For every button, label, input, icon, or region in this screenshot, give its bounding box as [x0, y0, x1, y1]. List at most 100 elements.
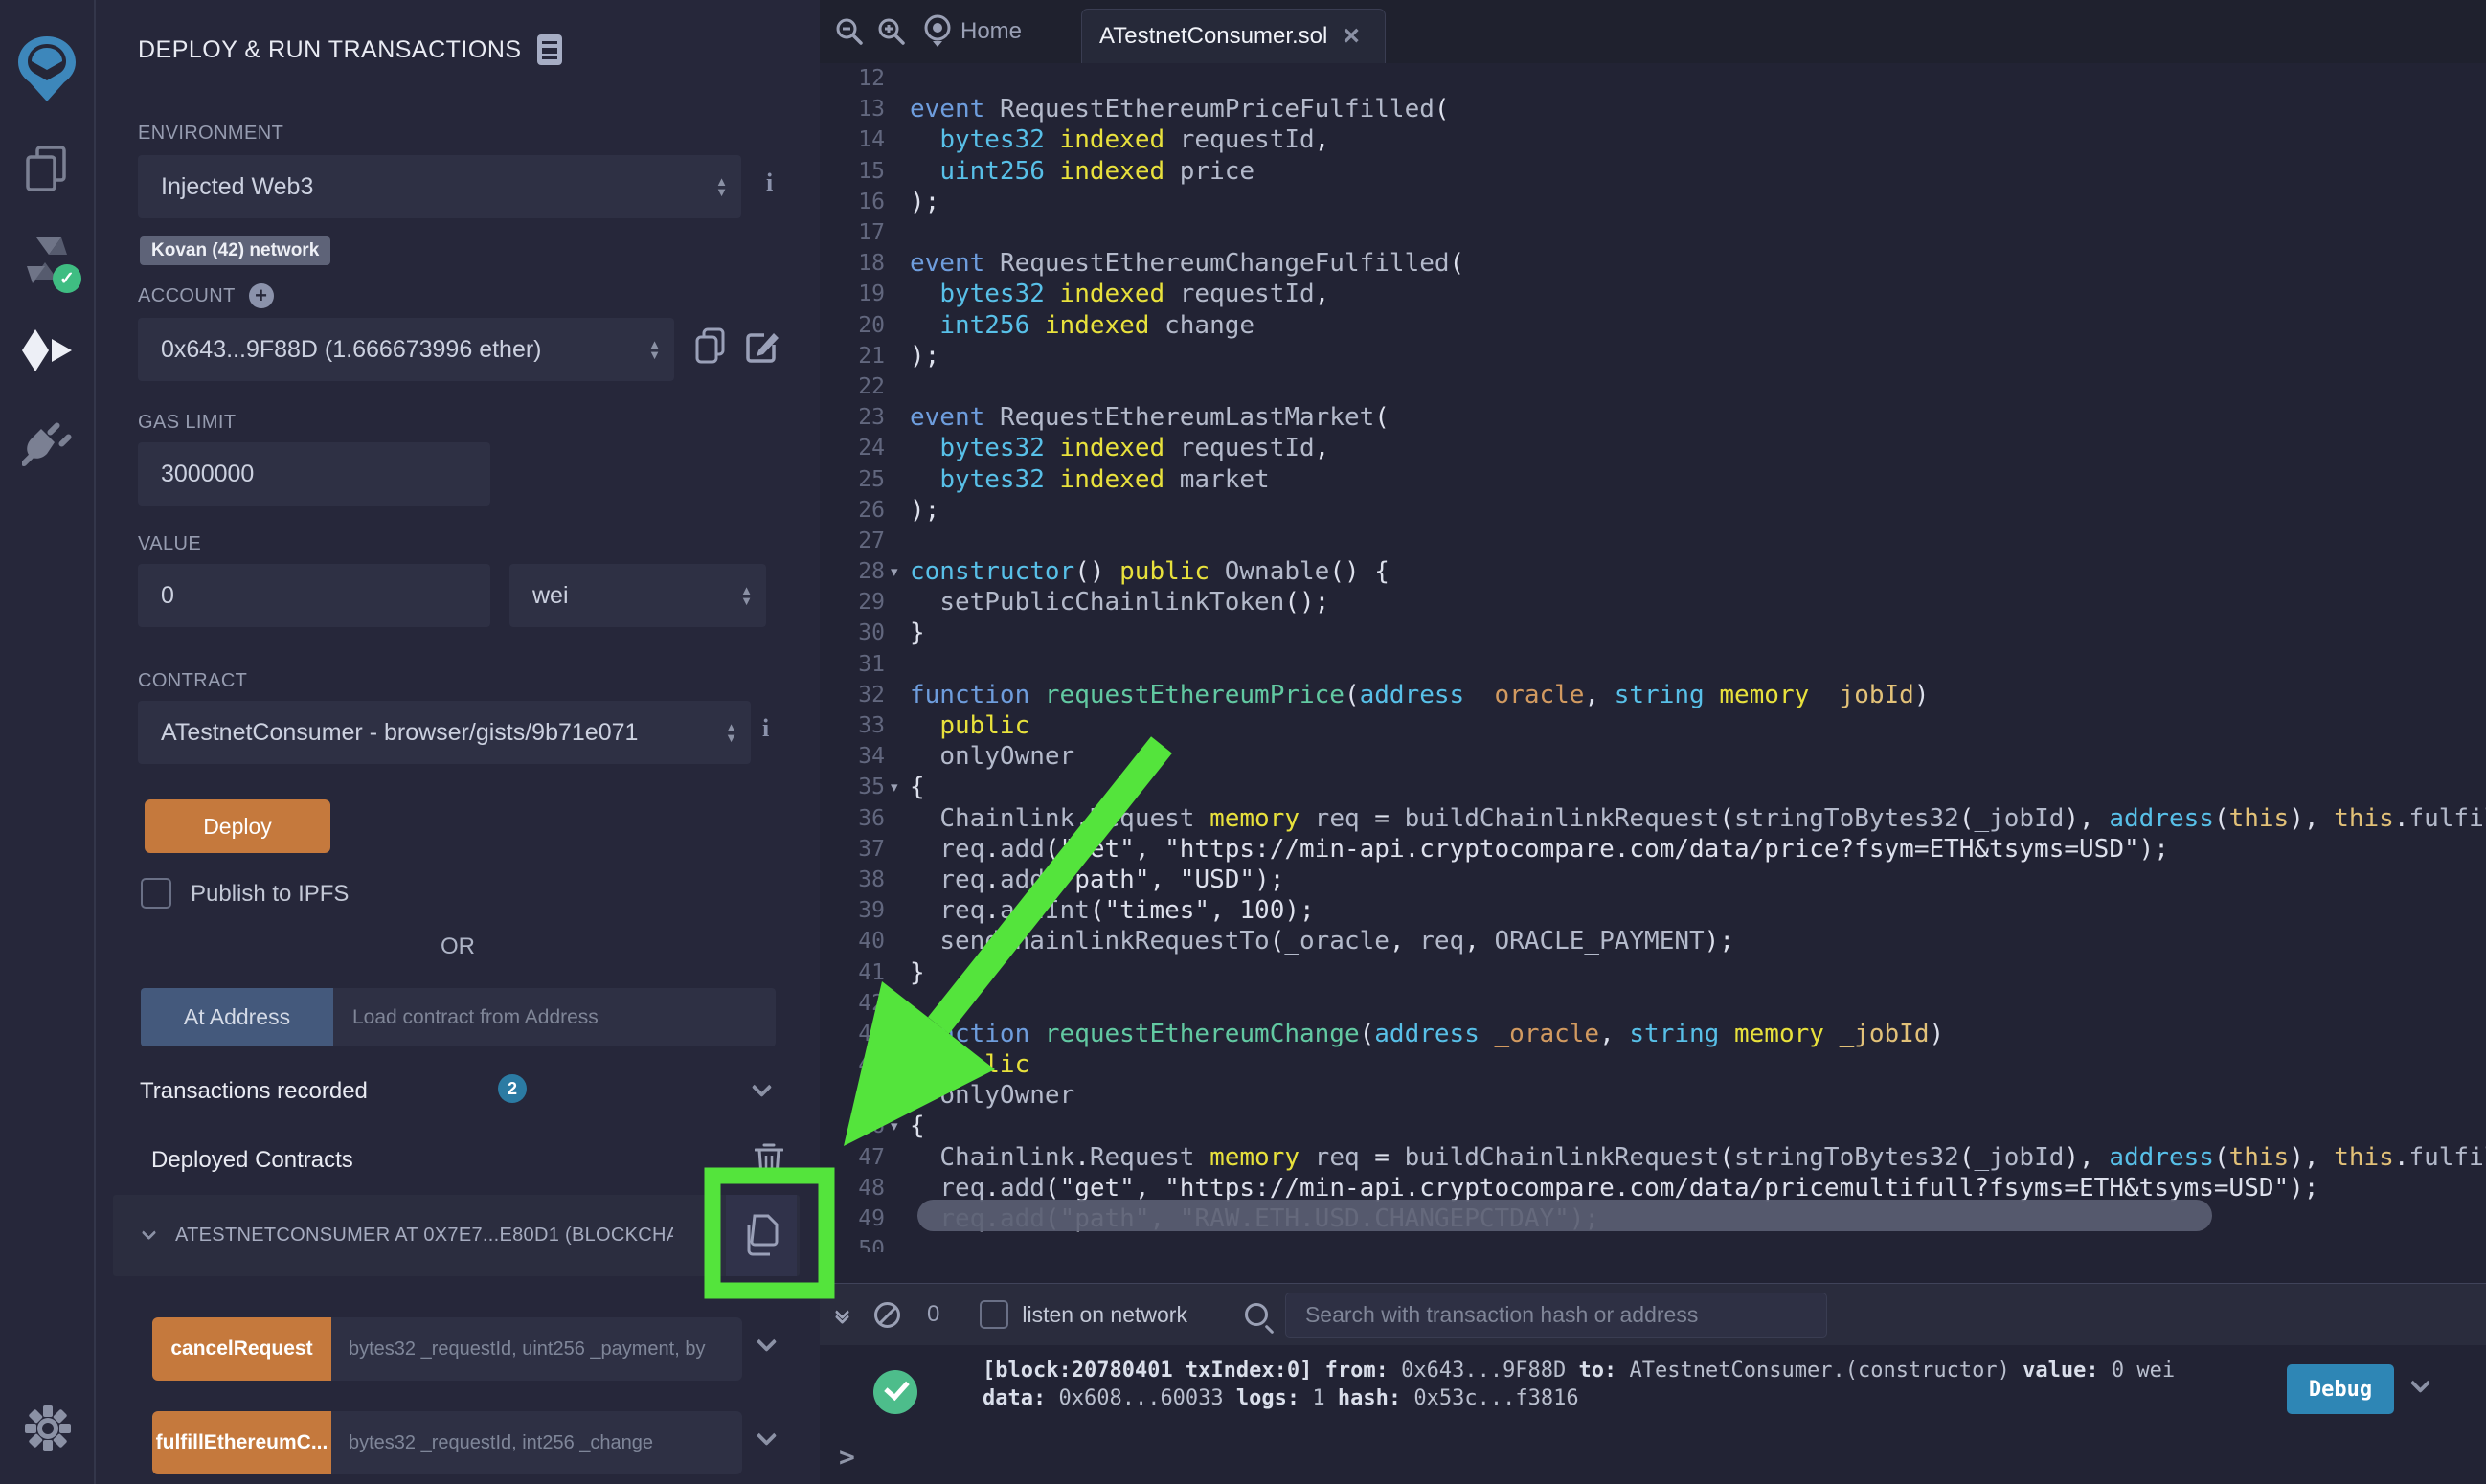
- fold-icon[interactable]: ▾: [885, 563, 910, 580]
- code-line[interactable]: 38 req.add("path", "USD");: [820, 865, 2486, 895]
- gas-limit-input[interactable]: 3000000: [138, 442, 490, 506]
- file-explorer-icon[interactable]: [0, 123, 95, 214]
- expand-function-chevron-icon[interactable]: [757, 1426, 777, 1446]
- line-number: 35: [833, 775, 885, 799]
- zoom-in-icon[interactable]: [877, 17, 906, 46]
- code-line[interactable]: 18event RequestEthereumChangeFulfilled(: [820, 248, 2486, 279]
- code-line[interactable]: 50: [820, 1234, 2486, 1252]
- instance-name: ATESTNETCONSUMER AT 0X7E7...E80D1 (BLOCK…: [175, 1225, 673, 1247]
- transactions-chevron-icon[interactable]: [752, 1077, 772, 1097]
- code-line[interactable]: 21);: [820, 341, 2486, 371]
- code-line[interactable]: 19 bytes32 indexed requestId,: [820, 279, 2486, 309]
- code-line[interactable]: 43function requestEthereumChange(address…: [820, 1019, 2486, 1049]
- zoom-out-icon[interactable]: [835, 17, 864, 46]
- contract-select[interactable]: ATestnetConsumer - browser/gists/9b71e07…: [138, 701, 751, 764]
- code-line[interactable]: 16);: [820, 187, 2486, 217]
- at-address-button[interactable]: At Address: [141, 988, 333, 1046]
- line-number: 39: [833, 898, 885, 923]
- line-number: 18: [833, 251, 885, 276]
- publish-ipfs-checkbox[interactable]: [141, 878, 171, 909]
- terminal-prompt[interactable]: >: [839, 1441, 855, 1473]
- code-editor[interactable]: 12 13event RequestEthereumPriceFulfilled(…: [820, 63, 2486, 1283]
- listen-network-checkbox[interactable]: [980, 1300, 1008, 1329]
- line-number: 12: [833, 66, 885, 91]
- code-text: }: [910, 958, 925, 987]
- remix-ide: ✓: [0, 0, 2486, 1484]
- code-line[interactable]: 36 Chainlink.Request memory req = buildC…: [820, 803, 2486, 834]
- clear-terminal-icon[interactable]: [874, 1302, 900, 1328]
- tab-atestnetconsumer[interactable]: ATestnetConsumer.sol ×: [1081, 9, 1386, 63]
- code-line[interactable]: 47 Chainlink.Request memory req = buildC…: [820, 1142, 2486, 1173]
- copy-instance-address-button[interactable]: [726, 1195, 797, 1276]
- value-unit-select[interactable]: wei ▲▼: [509, 564, 766, 627]
- code-line[interactable]: 35▾{: [820, 772, 2486, 802]
- code-text: public: [910, 1050, 1029, 1079]
- deployed-contracts-label: Deployed Contracts: [151, 1147, 353, 1174]
- expand-log-chevron-icon[interactable]: [2410, 1373, 2430, 1393]
- code-line[interactable]: 17: [820, 217, 2486, 248]
- code-line[interactable]: 33 public: [820, 710, 2486, 741]
- code-line[interactable]: 26);: [820, 495, 2486, 526]
- code-line[interactable]: 40 sendChainlinkRequestTo(_oracle, req, …: [820, 926, 2486, 956]
- fulfill-ethereum-change-button[interactable]: fulfillEthereumC...: [152, 1411, 331, 1474]
- deploy-button[interactable]: Deploy: [145, 799, 330, 853]
- remix-logo-icon[interactable]: [0, 17, 95, 123]
- code-line[interactable]: 24 bytes32 indexed requestId,: [820, 433, 2486, 463]
- cancel-request-button[interactable]: cancelRequest: [152, 1317, 331, 1381]
- code-line[interactable]: 41}: [820, 956, 2486, 987]
- code-line[interactable]: 22: [820, 371, 2486, 402]
- or-divider: OR: [96, 933, 820, 960]
- value-unit: wei: [509, 582, 740, 610]
- deploy-run-icon[interactable]: [0, 306, 95, 398]
- deployed-instance-row[interactable]: ATESTNETCONSUMER AT 0X7E7...E80D1 (BLOCK…: [113, 1195, 800, 1276]
- value-input[interactable]: 0: [138, 564, 490, 627]
- code-line[interactable]: 45 onlyOwner: [820, 1080, 2486, 1111]
- code-line[interactable]: 44 public: [820, 1049, 2486, 1080]
- plugin-manager-icon[interactable]: [0, 398, 95, 490]
- code-line[interactable]: 42: [820, 988, 2486, 1019]
- environment-select[interactable]: Injected Web3 ▲▼: [138, 155, 741, 218]
- account-select[interactable]: 0x643...9F88D (1.666673996 ether) ▲▼: [138, 318, 674, 381]
- code-line[interactable]: 28▾constructor() public Ownable() {: [820, 556, 2486, 587]
- at-address-input[interactable]: [333, 988, 776, 1046]
- code-line[interactable]: 13event RequestEthereumPriceFulfilled(: [820, 94, 2486, 124]
- code-line[interactable]: 31: [820, 649, 2486, 680]
- fold-icon[interactable]: ▾: [885, 778, 910, 796]
- code-line[interactable]: 29 setPublicChainlinkToken();: [820, 587, 2486, 618]
- code-line[interactable]: 30}: [820, 618, 2486, 648]
- icon-rail: ✓: [0, 0, 96, 1484]
- expand-terminal-icon[interactable]: [837, 1307, 848, 1322]
- code-line[interactable]: 23event RequestEthereumLastMarket(: [820, 402, 2486, 433]
- clear-instances-trash-icon[interactable]: [755, 1143, 783, 1178]
- fold-icon[interactable]: ▾: [885, 1117, 910, 1135]
- tx-log-entry[interactable]: [block:20780401 txIndex:0] from: 0x643..…: [983, 1357, 2175, 1412]
- settings-gear-icon[interactable]: [0, 1405, 96, 1451]
- code-line[interactable]: 34 onlyOwner: [820, 741, 2486, 772]
- instance-chevron-icon[interactable]: [142, 1225, 157, 1241]
- fulfill-args-input[interactable]: [331, 1411, 742, 1474]
- code-line[interactable]: 20 int256 indexed change: [820, 310, 2486, 341]
- code-line[interactable]: 39 req.addInt("times", 100);: [820, 895, 2486, 926]
- edit-account-icon[interactable]: [745, 329, 780, 364]
- debug-button[interactable]: Debug: [2287, 1364, 2394, 1414]
- line-number: 33: [833, 713, 885, 738]
- copy-account-icon[interactable]: [695, 327, 726, 364]
- code-line[interactable]: 37 req.add("get", "https://min-api.crypt…: [820, 834, 2486, 865]
- code-line[interactable]: 12: [820, 63, 2486, 94]
- add-account-icon[interactable]: +: [249, 283, 274, 308]
- contract-info-icon[interactable]: i: [762, 714, 769, 743]
- code-line[interactable]: 32function requestEthereumPrice(address …: [820, 680, 2486, 710]
- horizontal-scrollbar[interactable]: [917, 1200, 2212, 1231]
- cancel-request-args-input[interactable]: [331, 1317, 742, 1381]
- code-line[interactable]: 27: [820, 526, 2486, 556]
- environment-info-icon[interactable]: i: [766, 169, 773, 197]
- tab-home[interactable]: Home: [960, 0, 1022, 63]
- close-tab-icon[interactable]: ×: [1343, 22, 1360, 51]
- terminal-search-input[interactable]: [1285, 1293, 1827, 1338]
- code-line[interactable]: 46▾{: [820, 1111, 2486, 1141]
- code-line[interactable]: 25 bytes32 indexed market: [820, 463, 2486, 494]
- expand-function-chevron-icon[interactable]: [757, 1332, 777, 1352]
- code-line[interactable]: 14 bytes32 indexed requestId,: [820, 124, 2486, 155]
- code-line[interactable]: 15 uint256 indexed price: [820, 156, 2486, 187]
- solidity-compiler-icon[interactable]: ✓: [0, 214, 95, 306]
